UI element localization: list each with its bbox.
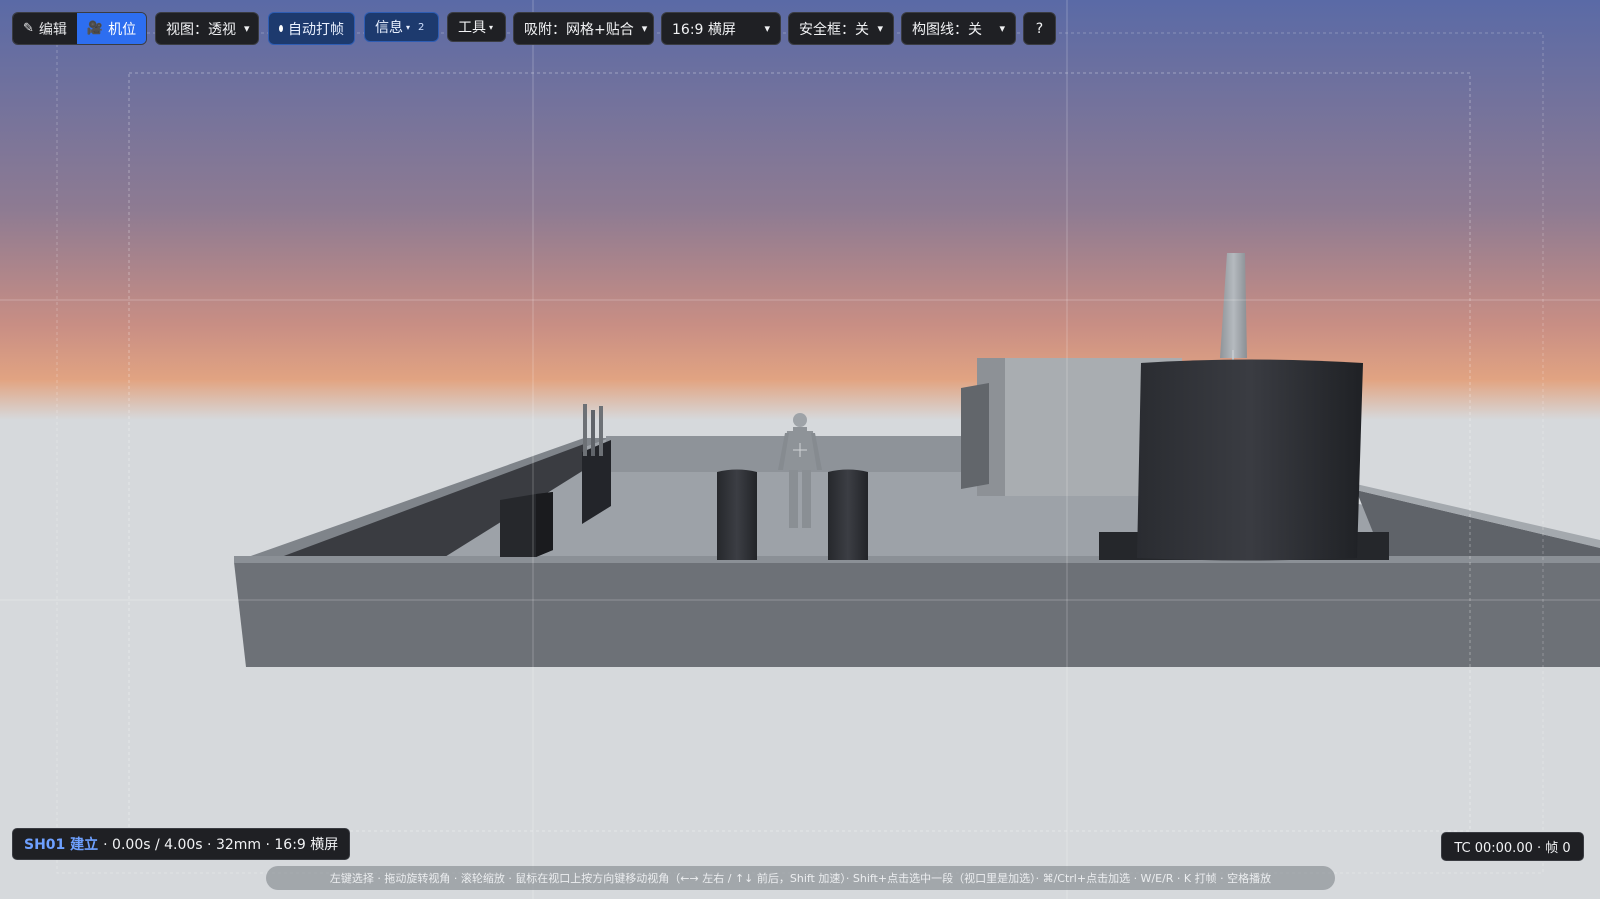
tools-button[interactable]: 工具 ▾ bbox=[447, 12, 506, 42]
info-button[interactable]: 信息 ▾ 2 bbox=[364, 12, 439, 42]
post-1 bbox=[583, 404, 587, 456]
pencil-icon: ✎ bbox=[23, 21, 34, 36]
composition-select[interactable]: 构图线：关 ▾ bbox=[901, 12, 1016, 45]
shot-info-panel: SH01 建立 · 0.00s / 4.00s · 32mm · 16:9 横屏 bbox=[12, 828, 351, 860]
aspect-select-label: 16:9 横屏 bbox=[672, 21, 736, 38]
mode-switch: ✎ 编辑 🎥 机位 bbox=[12, 12, 148, 45]
edit-mode-label: 编辑 bbox=[38, 21, 67, 38]
snap-select[interactable]: 吸附：网格+贴合 ▾ bbox=[513, 12, 654, 45]
shot-details: · 0.00s / 4.00s · 32mm · 16:9 横屏 bbox=[103, 837, 339, 853]
chevron-down-icon: ▾ bbox=[877, 22, 883, 35]
3d-viewport[interactable] bbox=[0, 0, 1600, 899]
help-button[interactable]: ? bbox=[1023, 12, 1056, 45]
snap-select-label: 吸附：网格+贴合 bbox=[524, 21, 634, 38]
chevron-down-icon: ▾ bbox=[999, 22, 1005, 35]
front-wall bbox=[234, 562, 1600, 667]
crate-side bbox=[536, 492, 553, 557]
autokey-label: 自动打帧 bbox=[288, 21, 344, 38]
edit-mode-button[interactable]: ✎ 编辑 bbox=[13, 13, 77, 44]
timecode-display: TC 00:00.00 · 帧 0 bbox=[1441, 832, 1584, 861]
door-panel bbox=[961, 383, 989, 489]
caret-down-icon: ▾ bbox=[406, 22, 411, 32]
chevron-down-icon: ▾ bbox=[244, 22, 250, 35]
view-select-label: 视图：透视 bbox=[166, 21, 236, 38]
chevron-down-icon: ▾ bbox=[641, 22, 648, 35]
front-wall-top bbox=[234, 556, 1600, 563]
record-dot-icon bbox=[279, 25, 283, 32]
scene-render[interactable] bbox=[0, 0, 1600, 899]
aspect-select[interactable]: 16:9 横屏 ▾ bbox=[661, 12, 781, 45]
post-3 bbox=[599, 406, 603, 456]
sky bbox=[0, 0, 1600, 382]
tools-label: 工具 bbox=[458, 20, 486, 36]
shot-id: SH01 建立 bbox=[24, 837, 99, 853]
camera-mode-label: 机位 bbox=[108, 21, 137, 38]
composition-label: 构图线：关 bbox=[912, 21, 982, 38]
cylinder-left bbox=[717, 469, 757, 560]
camera-icon: 🎥 bbox=[86, 21, 104, 36]
autokey-toggle[interactable]: 自动打帧 bbox=[268, 12, 355, 45]
safe-frame-select[interactable]: 安全框：关 ▾ bbox=[788, 12, 894, 45]
info-count-badge: 2 bbox=[418, 21, 425, 33]
help-hint-bar: 左键选择 · 拖动旋转视角 · 滚轮缩放 · 鼠标在视口上按方向键移动视角（←→… bbox=[266, 866, 1335, 890]
view-select[interactable]: 视图：透视 ▾ bbox=[155, 12, 259, 45]
info-label: 信息 bbox=[375, 20, 403, 36]
cylinder-right bbox=[828, 469, 868, 560]
help-button-label: ? bbox=[1035, 20, 1044, 37]
chevron-down-icon: ▾ bbox=[764, 22, 770, 35]
safe-frame-label: 安全框：关 bbox=[799, 21, 869, 38]
camera-mode-button[interactable]: 🎥 机位 bbox=[76, 13, 147, 44]
large-cylinder bbox=[1137, 359, 1363, 561]
caret-down-icon: ▾ bbox=[489, 22, 494, 32]
post-2 bbox=[591, 410, 595, 456]
